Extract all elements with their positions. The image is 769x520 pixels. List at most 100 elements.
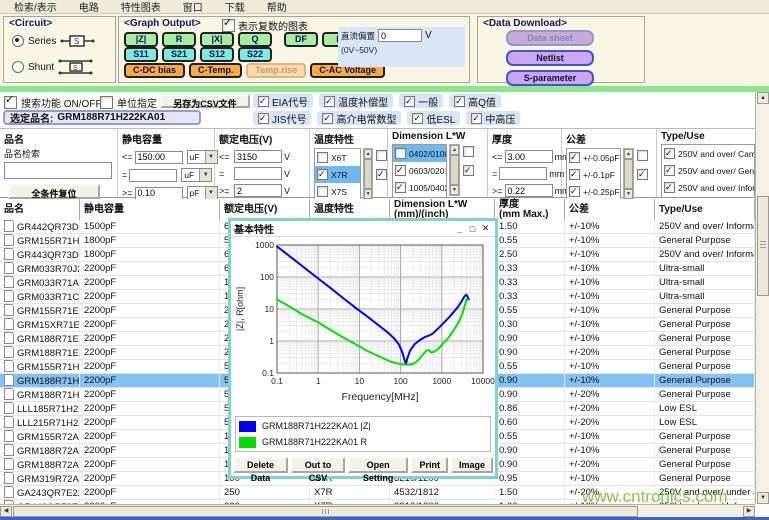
checkbox-icon[interactable] — [569, 186, 580, 197]
part-name-search-input[interactable] — [4, 162, 112, 179]
column-header-5[interactable]: 厚度 (mm Max.) — [495, 199, 565, 220]
column-header-3[interactable]: 温度特性 — [310, 199, 390, 220]
graph-param-button-x[interactable]: |X| — [200, 32, 234, 47]
sparam-button-s22[interactable]: S22 — [238, 47, 272, 62]
checkbox-icon[interactable] — [404, 96, 415, 107]
select-all-checkbox[interactable] — [463, 165, 474, 176]
select-all-checkbox[interactable] — [637, 169, 648, 180]
column-header-0[interactable]: 品名 — [0, 199, 80, 220]
graph-param-button-z[interactable]: |Z| — [124, 32, 158, 47]
menu-item-x[interactable]: 特性图表 — [121, 0, 161, 14]
popup-button-print[interactable]: Print — [411, 457, 448, 473]
list-item-250v-and-over-general[interactable]: 250V and over/ General — [662, 162, 754, 179]
download-button-s-parameter[interactable]: S-parameter — [506, 70, 594, 86]
list-item-250v-and-over-camera[interactable]: 250V and over/ Camera — [662, 145, 754, 162]
maximize-icon[interactable]: □ — [466, 224, 479, 234]
checkbox-icon[interactable] — [664, 165, 675, 176]
list-item-0-1pf[interactable]: +/-0.1pF — [567, 166, 620, 183]
filter-chip-jis[interactable]: JIS代号 — [253, 111, 311, 125]
filter-value-input[interactable] — [505, 184, 553, 197]
filter-value-input[interactable] — [234, 150, 282, 163]
popup-title-bar[interactable]: 基本特性 _ □ ✕ — [231, 221, 495, 237]
popup-button-image[interactable]: Image — [451, 457, 493, 473]
checkbox-icon[interactable] — [395, 165, 406, 176]
scroll-thumb[interactable] — [364, 159, 372, 189]
save-csv-button[interactable]: 另存为CSV文件 — [160, 94, 250, 108]
dc-bias-input[interactable] — [378, 29, 422, 42]
filter-value-input[interactable] — [505, 150, 553, 163]
download-button-netlist[interactable]: Netlist — [506, 50, 594, 66]
reset-all-conditions-button[interactable]: 全条件复位 — [8, 184, 100, 199]
menu-item-x[interactable]: 窗口 — [183, 0, 203, 14]
select-all-checkbox[interactable] — [376, 169, 387, 180]
chevron-down-icon[interactable]: ▼ — [199, 169, 211, 181]
filter-value-input[interactable] — [135, 151, 183, 164]
checkbox-icon[interactable] — [4, 96, 17, 109]
sparam-button-s11[interactable]: S11 — [124, 47, 158, 62]
series-radio[interactable]: Series S — [12, 34, 96, 48]
sparam-button-s21[interactable]: S21 — [162, 47, 196, 62]
checkbox-icon[interactable] — [664, 182, 675, 193]
checkbox-icon[interactable] — [569, 152, 580, 163]
unit-dropdown[interactable]: uF▼ — [181, 168, 212, 182]
vertical-scrollbar[interactable]: ▲ ▼ — [755, 92, 769, 504]
checkbox-icon[interactable] — [471, 113, 482, 124]
column-header-7[interactable]: Type/Use — [655, 199, 755, 220]
popup-button-open-setting[interactable]: Open Setting — [348, 457, 409, 473]
popup-button-out-to-csv[interactable]: Out to CSV — [291, 457, 345, 473]
checkbox-icon[interactable] — [395, 182, 406, 193]
scroll-thumb[interactable] — [13, 506, 638, 517]
minimize-icon[interactable]: _ — [453, 224, 466, 234]
graph-param-button-df[interactable]: DF — [284, 32, 318, 47]
scroll-thumb[interactable] — [450, 155, 459, 185]
checkbox-icon[interactable] — [317, 169, 328, 180]
filter-value-input[interactable] — [499, 167, 547, 180]
unit-spec-toggle[interactable]: 单位指定 — [100, 95, 157, 110]
deselect-all-checkbox[interactable] — [376, 150, 387, 161]
menu-item-x[interactable]: 下载 — [225, 0, 245, 14]
filter-chip-eia[interactable]: EIA代号 — [253, 94, 313, 108]
checkbox-icon[interactable] — [324, 96, 335, 107]
filter-chip-q[interactable]: 高Q值 — [449, 94, 501, 108]
filter-chip-x[interactable]: 温度补偿型 — [319, 94, 393, 108]
filter-chip-x[interactable]: 高介电常数型 — [317, 111, 401, 125]
list-scrollbar[interactable]: ▲▼ — [449, 144, 460, 196]
filter-value-input[interactable] — [135, 187, 183, 200]
list-item-1005-0402[interactable]: 1005/0402 — [393, 179, 446, 196]
filter-value-input[interactable] — [234, 167, 282, 180]
filter-chip-x[interactable]: 中高压 — [466, 111, 520, 125]
checkbox-icon[interactable] — [664, 148, 675, 159]
action-button-c-dc-bias[interactable]: C-DC bias — [124, 63, 185, 78]
action-button-c-temp[interactable]: C-Temp. — [189, 63, 242, 78]
checkbox-icon[interactable] — [454, 96, 465, 107]
column-header-2[interactable]: 额定电压(V) — [220, 199, 310, 220]
scroll-down-icon[interactable]: ▼ — [364, 189, 372, 199]
deselect-all-checkbox[interactable] — [463, 146, 474, 157]
column-header-6[interactable]: 公差 — [565, 199, 655, 220]
checkbox-icon[interactable] — [317, 186, 328, 197]
radio-icon[interactable] — [12, 61, 24, 73]
unit-dropdown[interactable]: uF▼ — [187, 150, 218, 164]
list-item-0402-01005[interactable]: 0402/01005 — [393, 145, 446, 162]
show-graphs-toggle[interactable]: 表示复数的图表 — [222, 18, 308, 33]
scroll-down-icon[interactable]: ▼ — [757, 492, 769, 504]
scroll-up-icon[interactable]: ▲ — [757, 92, 769, 104]
unit-dropdown[interactable]: pF▼ — [187, 186, 218, 200]
filter-chip-x[interactable]: 一般 — [399, 94, 443, 108]
scroll-up-icon[interactable]: ▲ — [624, 149, 633, 159]
scroll-up-icon[interactable]: ▲ — [450, 145, 459, 155]
checkbox-icon[interactable] — [100, 96, 113, 109]
checkbox-icon[interactable] — [258, 96, 269, 107]
scroll-up-icon[interactable]: ▲ — [364, 149, 372, 159]
close-icon[interactable]: ✕ — [479, 223, 492, 234]
search-toggle[interactable]: 搜索功能 ON/OFF — [4, 95, 102, 110]
checkbox-icon[interactable] — [322, 113, 333, 124]
scroll-right-icon[interactable]: ▶ — [743, 506, 755, 517]
scroll-thumb[interactable] — [757, 196, 769, 296]
column-header-1[interactable]: 静电容量 — [80, 199, 220, 220]
scroll-left-icon[interactable]: ◀ — [0, 506, 12, 517]
checkbox-icon[interactable] — [258, 113, 269, 124]
checkbox-icon[interactable] — [222, 19, 235, 32]
radio-icon[interactable] — [12, 35, 24, 47]
list-item-250v-and-over-informat[interactable]: 250V and over/ Informat — [662, 179, 754, 196]
